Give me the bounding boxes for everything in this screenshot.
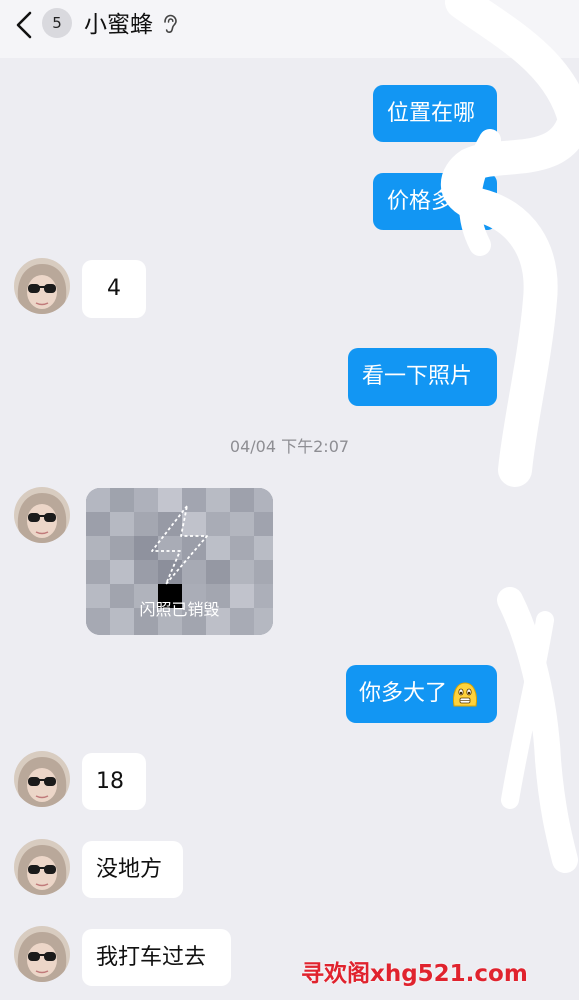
message-bubble-outgoing[interactable]: 看一下照片 (348, 348, 497, 406)
message-bubble-incoming[interactable]: 我打车过去 (82, 929, 231, 986)
message-text: 没地方 (96, 856, 163, 882)
chat-header: 5 小蜜蜂 (0, 0, 579, 58)
message-bubble-incoming[interactable]: 没地方 (82, 841, 183, 898)
flash-photo-label: 闪照已销毁 (139, 600, 220, 619)
message-text: 18 (96, 768, 124, 794)
unread-count-badge: 5 (42, 8, 72, 38)
message-bubble-outgoing[interactable]: 你多大了 (346, 665, 497, 723)
message-bubble-outgoing[interactable]: 价格多少 (373, 173, 497, 230)
message-text: 4 (107, 276, 121, 301)
flash-photo-message[interactable]: 闪照已销毁 (86, 488, 273, 635)
chat-title[interactable]: 小蜜蜂 (84, 8, 153, 42)
message-text: 看一下照片 (362, 364, 473, 389)
contact-avatar[interactable] (14, 258, 70, 314)
contact-avatar[interactable] (14, 487, 70, 543)
contact-avatar[interactable] (14, 751, 70, 807)
message-text: 价格多少 (387, 188, 476, 214)
message-bubble-incoming[interactable]: 18 (82, 753, 146, 810)
ear-icon[interactable] (162, 14, 178, 34)
message-text: 我打车过去 (96, 944, 207, 970)
message-timestamp: 04/04 下午2:07 (229, 437, 350, 456)
chevron-left-icon (16, 11, 32, 39)
contact-avatar[interactable] (14, 839, 70, 895)
message-text: 你多大了 (359, 681, 448, 706)
message-bubble-outgoing[interactable]: 位置在哪 (373, 85, 497, 142)
message-text: 位置在哪 (387, 100, 476, 126)
contact-avatar[interactable] (14, 926, 70, 982)
worried-face-emoji-icon (453, 682, 477, 707)
message-bubble-incoming[interactable]: 4 (82, 260, 146, 318)
watermark-text: 寻欢阁xhg521.com (301, 961, 528, 987)
